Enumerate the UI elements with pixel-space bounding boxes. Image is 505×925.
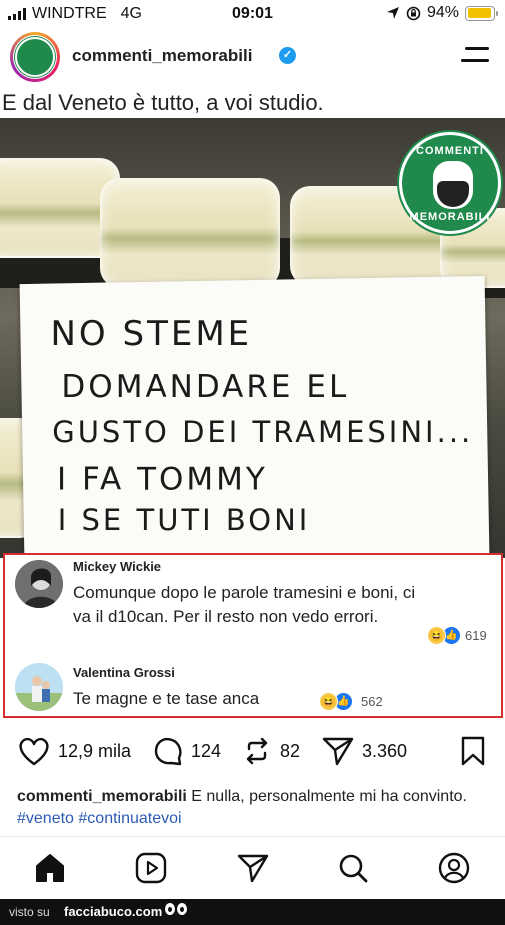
reels-icon[interactable] <box>134 851 168 885</box>
status-right: 94% <box>386 4 498 22</box>
post-title: E dal Veneto è tutto, a voi studio. <box>2 90 324 115</box>
battery-icon <box>465 5 498 21</box>
brand-logo-icon <box>15 37 55 77</box>
footer-site[interactable]: facciabuco.com <box>64 904 162 919</box>
bottom-navigation <box>0 836 505 898</box>
verified-check-icon: ✓ <box>279 47 296 64</box>
repost-icon <box>246 737 268 765</box>
comments-highlight-box: Mickey Wickie Comunque dopo le parole tr… <box>3 553 503 718</box>
reposts-count: 82 <box>280 740 301 761</box>
laughing-emoji-icon: 😆 <box>427 626 446 645</box>
post-caption: commenti_memorabili E nulla, personalmen… <box>17 786 487 830</box>
search-icon[interactable] <box>336 851 370 885</box>
save-action[interactable] <box>460 736 486 766</box>
post-actions: 12,9 mila 124 82 3.360 <box>0 732 505 772</box>
likes-count: 12,9 mila <box>58 740 132 761</box>
sign-line: I FA TOMMY <box>57 461 268 498</box>
comments-count: 124 <box>191 740 222 761</box>
laughing-emoji-icon: 😆 <box>319 692 338 711</box>
avatar[interactable] <box>15 663 63 711</box>
eyes-icon <box>165 903 187 915</box>
hashtag[interactable]: #veneto <box>17 810 74 827</box>
home-icon[interactable] <box>33 851 67 885</box>
post-header: commenti_memorabili ✓ <box>0 30 505 86</box>
send-icon[interactable] <box>236 851 270 885</box>
sign-line: DOMANDARE EL <box>61 368 350 405</box>
repost-action[interactable]: 82 <box>242 736 300 766</box>
watermark-badge: COMMENTI MEMORABILI <box>399 132 501 234</box>
comment-bubble-icon <box>154 737 182 766</box>
post-image[interactable]: NO STEME DOMANDARE EL GUSTO DEI TRAMESIN… <box>0 118 505 558</box>
account-username[interactable]: commenti_memorabili <box>72 46 252 66</box>
heart-icon <box>19 737 49 766</box>
profile-icon[interactable] <box>437 851 471 885</box>
sign-line: NO STEME <box>50 313 253 354</box>
send-icon <box>322 737 354 766</box>
handwritten-sign: NO STEME DOMANDARE EL GUSTO DEI TRAMESIN… <box>19 275 490 558</box>
badge-bottom-text: MEMORABILI <box>409 211 491 223</box>
mascot-face-icon <box>433 161 473 209</box>
screen: WINDTRE 4G 09:01 94% commenti_memorabili… <box>0 0 505 925</box>
reaction-summary[interactable]: 😆 👍 619 <box>427 626 487 645</box>
like-action[interactable]: 12,9 mila <box>18 736 131 766</box>
comment-author[interactable]: Mickey Wickie <box>73 559 161 574</box>
comment-author[interactable]: Valentina Grossi <box>73 665 175 680</box>
lock-rotation-icon <box>406 6 421 20</box>
watermark-footer: visto su facciabuco.com <box>0 899 505 925</box>
hamburger-menu-icon[interactable] <box>461 47 489 65</box>
sign-line: I SE TUTI BONI <box>57 503 311 538</box>
comment-text: Comunque dopo le parole tramesini e boni… <box>73 583 416 626</box>
comment-text: Te magne e te tase anca <box>73 689 260 708</box>
share-action[interactable]: 3.360 <box>322 736 407 766</box>
status-bar: WINDTRE 4G 09:01 94% <box>0 0 505 28</box>
caption-text: E nulla, personalmente mi ha convinto. <box>186 788 467 805</box>
hashtag[interactable]: #continuatevoi <box>78 810 181 827</box>
sign-line: GUSTO DEI TRAMESINI... <box>52 414 474 449</box>
footer-prefix: visto su <box>9 905 50 919</box>
badge-top-text: COMMENTI <box>416 145 484 157</box>
profile-avatar[interactable] <box>10 32 60 82</box>
location-arrow-icon <box>386 7 399 19</box>
battery-percent: 94% <box>426 4 459 21</box>
sandwich <box>100 178 280 288</box>
bookmark-icon <box>461 736 485 766</box>
reaction-count: 619 <box>465 628 487 643</box>
reaction-count: 562 <box>361 694 383 709</box>
avatar[interactable] <box>15 560 63 608</box>
comment-action[interactable]: 124 <box>153 736 221 766</box>
shares-count: 3.360 <box>362 740 408 761</box>
reaction-summary[interactable]: 😆 👍 562 <box>319 692 383 711</box>
caption-username[interactable]: commenti_memorabili <box>17 788 187 805</box>
